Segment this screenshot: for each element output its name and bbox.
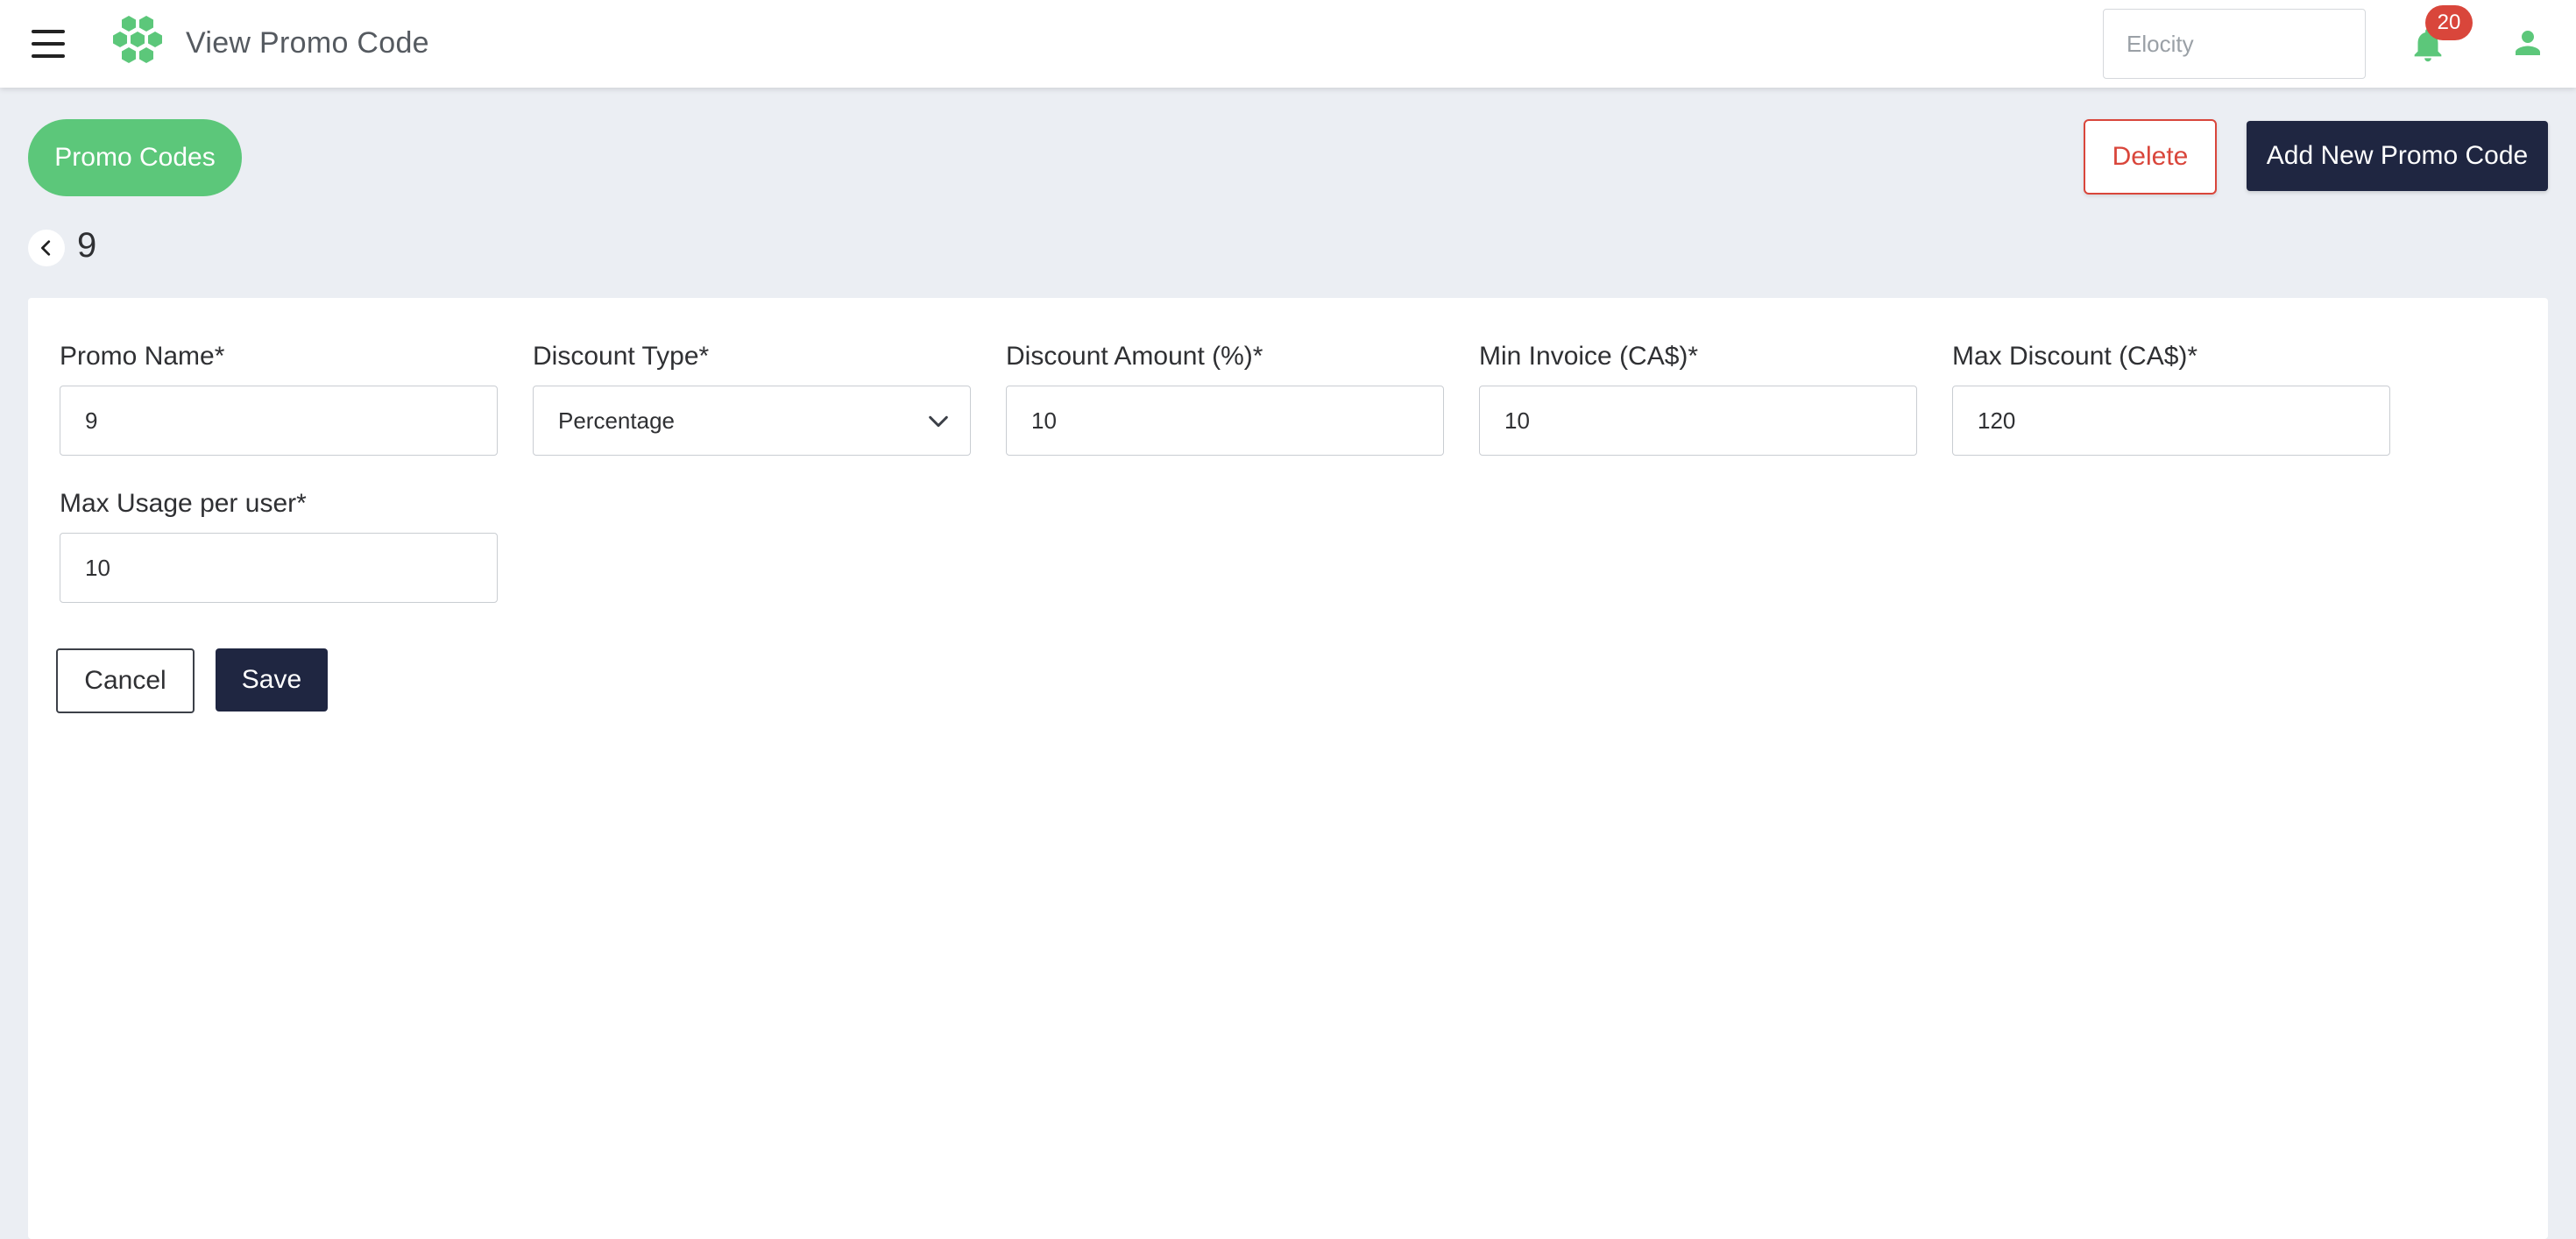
cancel-button[interactable]: Cancel [56, 648, 195, 713]
discount-type-value: Percentage [558, 407, 675, 434]
discount-type-field: Discount Type* Percentage [533, 342, 971, 456]
max-usage-input[interactable]: 10 [60, 533, 498, 603]
promo-code-form-card: Promo Name* 9 Discount Type* Percentage … [28, 298, 2548, 1239]
max-discount-label: Max Discount (CA$)* [1952, 342, 2198, 371]
discount-type-select[interactable]: Percentage [533, 386, 971, 456]
user-icon[interactable] [2509, 25, 2546, 61]
chevron-left-icon [41, 240, 51, 256]
notification-badge: 20 [2425, 5, 2473, 40]
promo-name-input[interactable]: 9 [60, 386, 498, 456]
add-new-promo-code-button[interactable]: Add New Promo Code [2247, 121, 2548, 191]
record-title: 9 [77, 226, 97, 265]
max-usage-label: Max Usage per user* [60, 489, 307, 518]
promo-name-field: Promo Name* 9 [60, 342, 498, 456]
search-input[interactable] [2103, 9, 2366, 79]
app-logo [113, 16, 162, 63]
discount-amount-field: Discount Amount (%)* 10 [1006, 342, 1444, 456]
promo-codes-section-button[interactable]: Promo Codes [28, 119, 242, 196]
delete-button[interactable]: Delete [2084, 119, 2217, 195]
back-button[interactable] [28, 230, 65, 266]
max-discount-input[interactable]: 120 [1952, 386, 2390, 456]
discount-type-label: Discount Type* [533, 342, 710, 371]
save-button[interactable]: Save [216, 648, 328, 712]
top-bar: View Promo Code 20 [0, 0, 2576, 88]
min-invoice-input[interactable]: 10 [1479, 386, 1917, 456]
menu-icon[interactable] [32, 30, 65, 58]
discount-amount-label: Discount Amount (%)* [1006, 342, 1263, 371]
chevron-down-icon [929, 415, 948, 428]
max-usage-field: Max Usage per user* 10 [60, 489, 498, 603]
min-invoice-field: Min Invoice (CA$)* 10 [1479, 342, 1917, 456]
max-discount-field: Max Discount (CA$)* 120 [1952, 342, 2390, 456]
page-title: View Promo Code [186, 26, 429, 60]
min-invoice-label: Min Invoice (CA$)* [1479, 342, 1699, 371]
discount-amount-input[interactable]: 10 [1006, 386, 1444, 456]
promo-name-label: Promo Name* [60, 342, 225, 371]
